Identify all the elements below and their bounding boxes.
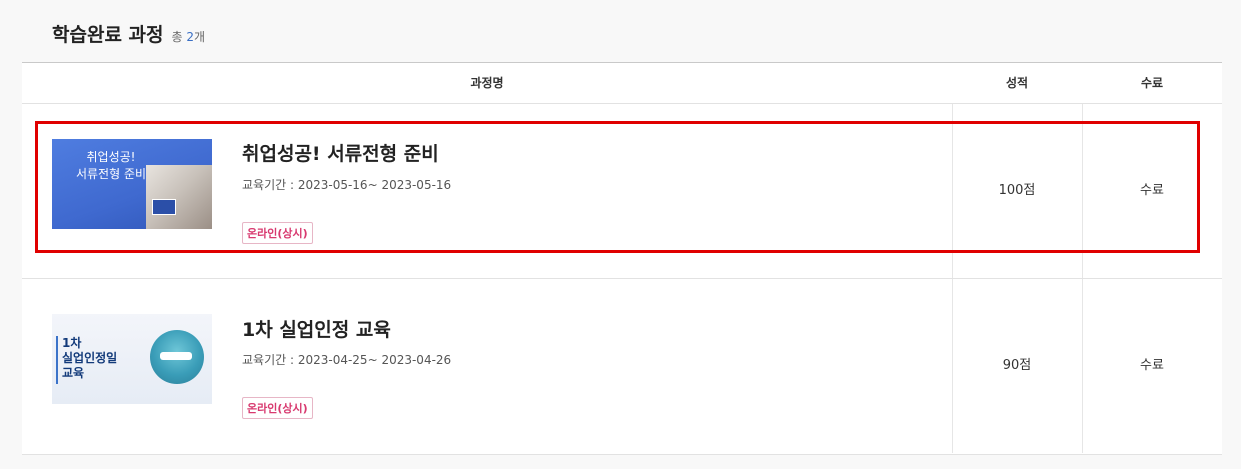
count-suffix: 개 [194, 30, 206, 44]
course-status: 수료 [1140, 358, 1164, 373]
globe-emblem-icon [150, 330, 204, 384]
course-title[interactable]: 취업성공! 서류전형 준비 [242, 139, 439, 166]
column-header-status: 수료 [1140, 76, 1164, 90]
section-header: 학습완료 과정 총 2개 [52, 20, 205, 47]
course-thumbnail[interactable]: 취업성공! 서류전형 준비 [52, 139, 212, 229]
thumbnail-caption-line: 교육 [62, 366, 85, 380]
column-header-course-name: 과정명 [470, 76, 504, 90]
thumbnail-caption-line: 1차 [62, 336, 82, 350]
government-logo-icon [160, 352, 192, 360]
accent-bar [56, 336, 58, 384]
course-score: 90점 [1002, 358, 1032, 373]
thumbnail-caption-line: 실업인정일 [62, 351, 118, 365]
course-score: 100점 [998, 183, 1036, 198]
count-value: 2 [186, 30, 195, 44]
id-card-icon [152, 199, 176, 215]
course-count: 총 2개 [172, 28, 206, 45]
section-title: 학습완료 과정 [52, 24, 164, 46]
course-period: 교육기간 : 2023-04-25~ 2023-04-26 [242, 353, 452, 367]
thumbnail-caption-line: 취업성공! [86, 150, 136, 164]
course-type-badge: 온라인(상시) [242, 397, 313, 419]
column-header-score: 성적 [1005, 76, 1029, 90]
thumbnail-caption: 1차 실업인정일 교육 [62, 336, 117, 381]
course-title[interactable]: 1차 실업인정 교육 [242, 315, 391, 342]
course-thumbnail[interactable]: 1차 실업인정일 교육 [52, 314, 212, 404]
table-row[interactable]: 취업성공! 서류전형 준비 취업성공! 서류전형 준비 교육기간 : 2023-… [22, 104, 1222, 279]
count-prefix: 총 [171, 30, 183, 44]
document-photo-image [146, 165, 212, 229]
table-row[interactable]: 1차 실업인정일 교육 1차 실업인정 교육 교육기간 : 2023-04-25… [22, 279, 1222, 453]
course-period: 교육기간 : 2023-05-16~ 2023-05-16 [242, 178, 452, 192]
completed-courses-table: 과정명 성적 수료 취업성공! 서류전형 준비 취업성공! 서류전형 준비 교육… [22, 62, 1222, 455]
table-header: 과정명 성적 수료 [22, 63, 1222, 104]
course-type-badge: 온라인(상시) [242, 222, 313, 244]
course-status: 수료 [1140, 183, 1164, 198]
